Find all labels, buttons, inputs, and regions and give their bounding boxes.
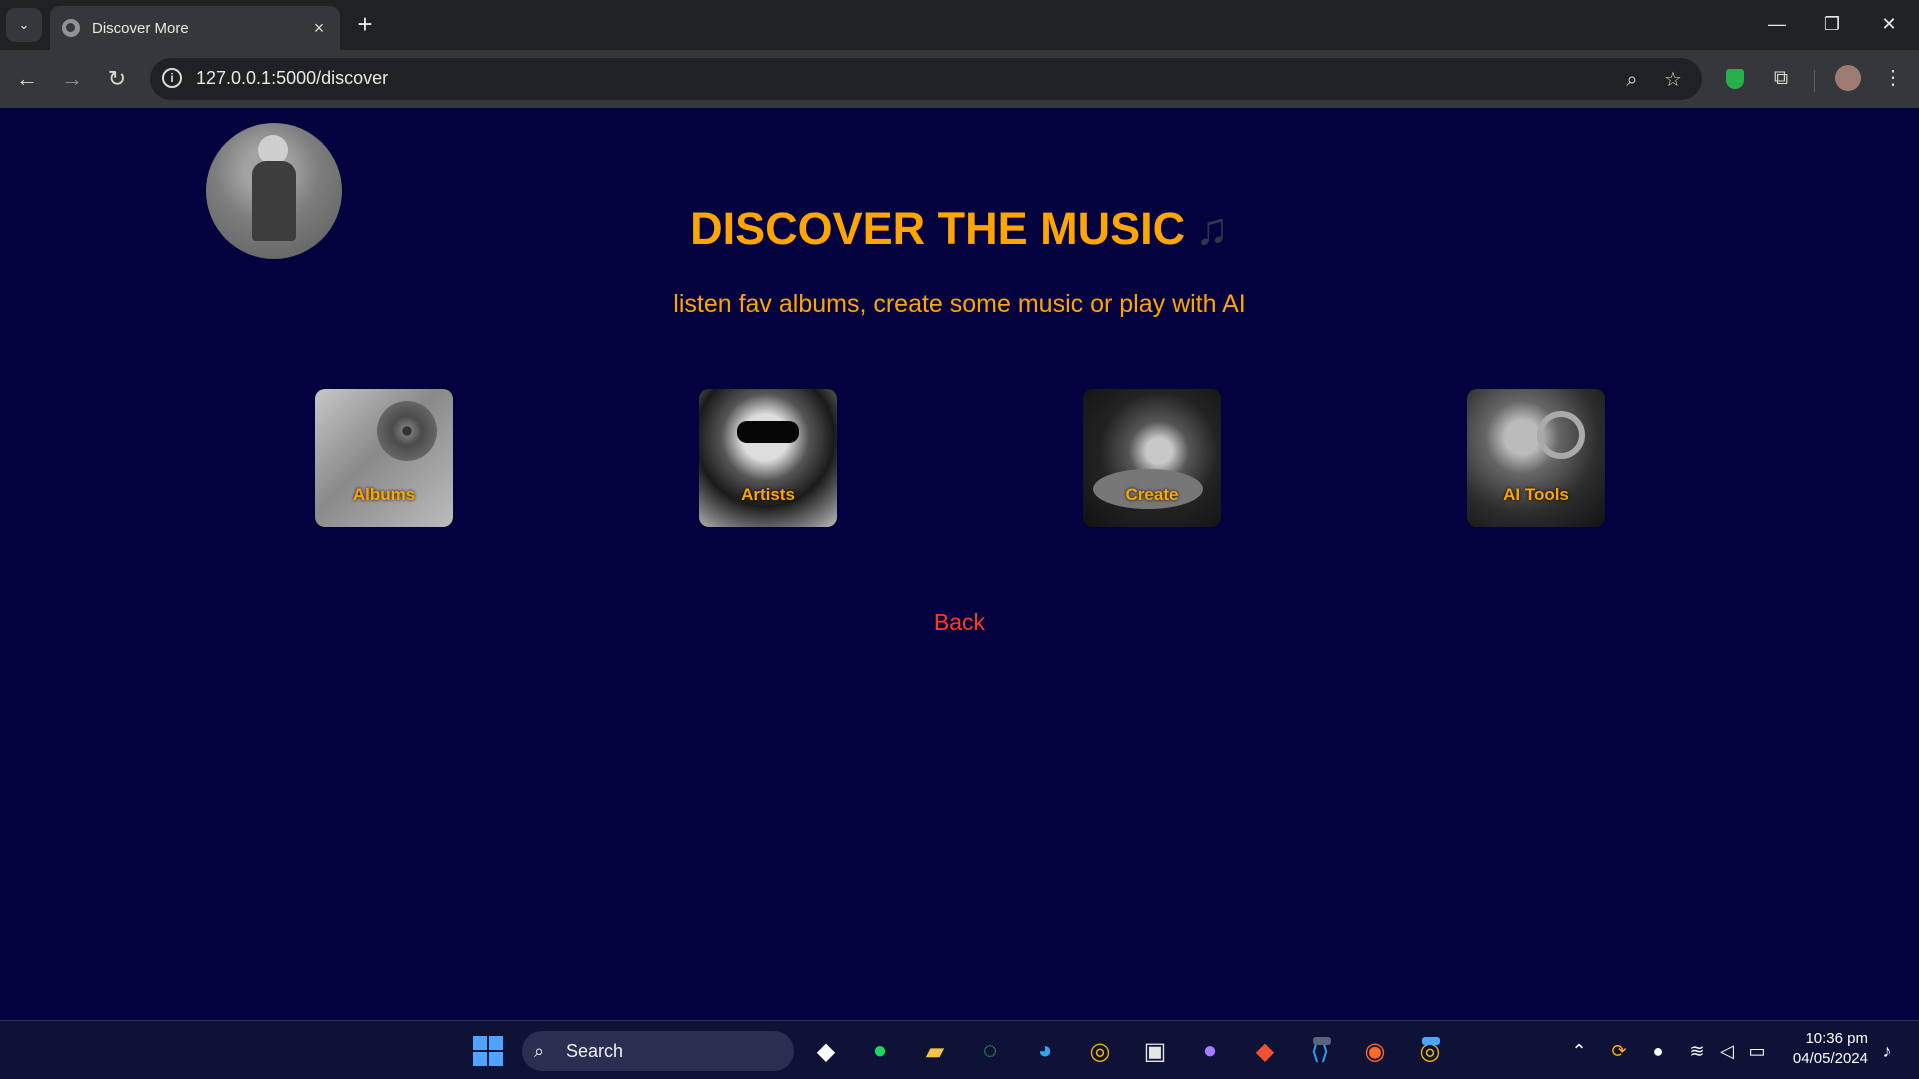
edge-browser-icon[interactable]: ◕ <box>1027 1033 1063 1069</box>
clock-date: 04/05/2024 <box>1792 1050 1868 1067</box>
albums-card[interactable]: Albums <box>315 389 453 527</box>
create-card-label: Create <box>1125 485 1179 504</box>
green-app-icon[interactable]: ◌ <box>972 1033 1008 1069</box>
forward-arrow-icon[interactable]: → <box>55 63 89 95</box>
clock-time: 10:36 pm <box>1805 1030 1868 1047</box>
chrome-active-indicator <box>1422 1037 1440 1045</box>
ai-tools-card-label: AI Tools <box>1503 485 1569 504</box>
page-title-text: DISCOVER THE MUSIC <box>690 203 1186 254</box>
albums-card-label: Albums <box>352 485 416 504</box>
file-explorer-icon[interactable]: ▰ <box>917 1033 953 1069</box>
git-icon[interactable]: ◆ <box>1247 1033 1283 1069</box>
browser-tab-strip: ⌄ Discover More × + — ❐ ✕ <box>0 0 1919 50</box>
taskbar-search[interactable]: ⌕ Search <box>522 1031 794 1071</box>
shield-extension-icon[interactable] <box>1720 63 1750 93</box>
wifi-icon[interactable]: ≋ <box>1684 1038 1710 1064</box>
tab-close-icon[interactable]: × <box>306 18 332 39</box>
restore-button[interactable]: ❐ <box>1805 6 1859 42</box>
bookmark-star-icon[interactable]: ☆ <box>1661 68 1685 92</box>
search-icon: ⌕ <box>534 1041 545 1061</box>
taskbar-clock[interactable]: 10:36 pm 04/05/2024 <box>1788 1029 1868 1069</box>
chrome-browser-icon[interactable]: ◎ <box>1082 1033 1118 1069</box>
browser-toolbar: ← → ↻ i 127.0.0.1:5000/discover ⌕ ☆ ⧉ ⋮ <box>0 50 1919 108</box>
back-link[interactable]: Back <box>0 609 1919 636</box>
microphone-icon[interactable]: ● <box>1645 1038 1671 1064</box>
toolbar-separator <box>1814 70 1815 92</box>
windows-taskbar: ⌕ Search ◆ ● ▰ ◌ ◕ ◎ ▣ ● ◆ ⟨⟩ ◉ ◎ ⌃ ⟳ ● … <box>0 1020 1919 1079</box>
browser-tab[interactable]: Discover More × <box>50 6 340 50</box>
ai-tools-card[interactable]: AI Tools <box>1467 389 1605 527</box>
artists-card[interactable]: Artists <box>699 389 837 527</box>
globe-icon <box>62 19 80 37</box>
reload-icon[interactable]: ↻ <box>100 63 134 95</box>
tab-title: Discover More <box>92 19 189 37</box>
music-note-icon: ♫ <box>1195 203 1229 254</box>
extensions-puzzle-icon[interactable]: ⧉ <box>1766 63 1796 93</box>
profile-avatar-icon[interactable] <box>1833 63 1863 93</box>
copilot-app-icon[interactable]: ◆ <box>808 1033 844 1069</box>
taskbar-search-label: Search <box>566 1041 624 1061</box>
windows-start-icon[interactable] <box>470 1033 506 1069</box>
new-tab-button[interactable]: + <box>352 10 378 38</box>
create-card[interactable]: Create <box>1083 389 1221 527</box>
battery-icon[interactable]: ▭ <box>1744 1038 1770 1064</box>
ubuntu-icon[interactable]: ◉ <box>1357 1033 1393 1069</box>
page-subtitle: listen fav albums, create some music or … <box>673 290 1246 318</box>
site-info-icon[interactable]: i <box>162 68 182 88</box>
microsoft-store-icon[interactable]: ▣ <box>1137 1033 1173 1069</box>
spotify-app-icon[interactable]: ● <box>862 1033 898 1069</box>
zoom-icon[interactable]: ⌕ <box>1620 68 1644 92</box>
close-button[interactable]: ✕ <box>1862 6 1916 42</box>
artists-card-label: Artists <box>741 485 795 504</box>
minimize-button[interactable]: — <box>1750 6 1804 42</box>
menu-kebab-icon[interactable]: ⋮ <box>1878 63 1908 93</box>
tab-search-button[interactable]: ⌄ <box>6 8 42 42</box>
notification-bell-icon[interactable]: ♪ <box>1874 1038 1900 1064</box>
tray-overflow-icon[interactable]: ⌃ <box>1566 1038 1592 1064</box>
github-icon[interactable]: ● <box>1192 1033 1228 1069</box>
address-bar[interactable]: i 127.0.0.1:5000/discover ⌕ ☆ <box>150 58 1702 100</box>
back-arrow-icon[interactable]: ← <box>10 63 44 95</box>
volume-icon[interactable]: ◁ <box>1714 1038 1740 1064</box>
app-open-indicator <box>1313 1037 1331 1045</box>
url-text: 127.0.0.1:5000/discover <box>196 68 389 88</box>
page-title: DISCOVER THE MUSIC ♫ <box>0 203 1919 255</box>
sync-status-icon[interactable]: ⟳ <box>1606 1038 1632 1064</box>
discover-page: DISCOVER THE MUSIC ♫ listen fav albums, c… <box>0 108 1919 1020</box>
